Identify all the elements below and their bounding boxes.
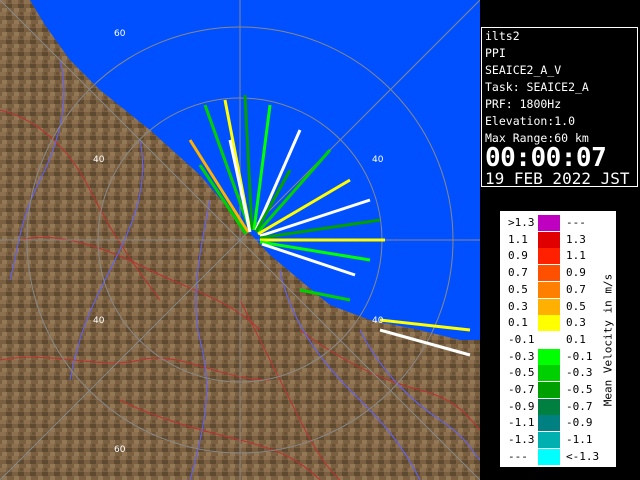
- legend-upper-label: -0.5: [566, 383, 593, 396]
- legend-upper-label: 1.1: [566, 249, 586, 263]
- legend-upper-label: -0.9: [566, 416, 593, 430]
- legend-color-swatch: [538, 382, 560, 398]
- legend-color-swatch: [538, 281, 560, 298]
- legend-upper-label: 0.9: [566, 266, 586, 280]
- ppi-map: 60 40 40 40 40 60: [0, 0, 480, 480]
- svg-text:60: 60: [114, 29, 126, 39]
- legend-color-swatch: [538, 365, 560, 382]
- legend-upper-label: ---: [566, 216, 586, 229]
- scan-time: 00:00:07: [485, 143, 607, 173]
- legend-upper-label: 1.3: [566, 232, 586, 246]
- legend-color-swatch: [538, 298, 560, 315]
- scan-name: SEAICE2_A_V: [485, 63, 562, 77]
- legend-color-swatch: [538, 331, 560, 348]
- legend-lower-label: >1.3: [508, 216, 535, 229]
- legend-color-swatch: [538, 398, 560, 415]
- range-rings: [0, 0, 480, 480]
- legend-title: Mean Velocity in m/s: [601, 273, 615, 407]
- legend-upper-label: 0.7: [566, 282, 586, 296]
- radar-display: 60 40 40 40 40 60 ilts2 PPI SEAICE2_A_V …: [0, 0, 640, 480]
- legend-color-swatch: [538, 448, 560, 465]
- task-name: Task: SEAICE2_A: [485, 80, 589, 94]
- legend-color-swatch: [538, 215, 560, 231]
- legend-color-swatch: [538, 415, 560, 432]
- legend-lower-label: -0.7: [508, 383, 535, 396]
- svg-text:60: 60: [114, 445, 126, 455]
- legend-color-swatch: [538, 248, 560, 265]
- legend-lower-label: ---: [508, 449, 528, 463]
- svg-text:40: 40: [372, 316, 384, 326]
- legend-upper-label: <-1.3: [566, 449, 600, 463]
- product-name: PPI: [485, 46, 506, 60]
- legend-color-swatch: [538, 432, 560, 449]
- svg-text:40: 40: [372, 155, 384, 165]
- legend-upper-label: -0.1: [566, 349, 593, 363]
- legend-upper-label: 0.5: [566, 299, 586, 313]
- elevation-value: Elevation:1.0: [485, 114, 576, 128]
- legend-lower-label: 0.1: [508, 316, 528, 330]
- legend-color-swatch: [538, 231, 560, 248]
- velocity-legend: >1.3 --- 1.1 1.3 0.9 1.1 0.7 0.9 0.5 0.7 0.3 0.5 0.1…: [499, 210, 617, 468]
- legend-upper-label: -0.7: [566, 399, 593, 413]
- legend-upper-label: -1.1: [566, 433, 593, 447]
- legend-upper-label: 0.1: [566, 332, 586, 346]
- legend-lower-label: 0.5: [508, 282, 528, 296]
- legend-upper-label: 0.3: [566, 316, 586, 330]
- legend-lower-label: -0.5: [508, 366, 535, 380]
- legend-lower-label: 0.7: [508, 266, 528, 280]
- legend-lower-label: -1.3: [508, 433, 535, 447]
- svg-text:40: 40: [93, 155, 105, 165]
- legend-lower-label: 0.3: [508, 299, 528, 313]
- site-name: ilts2: [485, 29, 520, 43]
- legend-lower-label: -0.1: [508, 332, 535, 346]
- scan-date: 19 FEB 2022 JST: [485, 169, 630, 188]
- legend-color-swatch: [538, 315, 560, 332]
- info-panel: ilts2 PPI SEAICE2_A_V Task: SEAICE2_A PR…: [481, 27, 638, 188]
- legend-upper-label: -0.3: [566, 366, 593, 380]
- legend-lower-label: 0.9: [508, 249, 528, 263]
- legend-color-swatch: [538, 348, 560, 365]
- svg-text:40: 40: [93, 316, 105, 326]
- legend-lower-label: -0.9: [508, 399, 535, 413]
- legend-lower-label: 1.1: [508, 232, 528, 246]
- legend-lower-label: -1.1: [508, 416, 535, 430]
- prf-value: PRF: 1800Hz: [485, 97, 562, 111]
- legend-color-swatch: [538, 265, 560, 282]
- legend-lower-label: -0.3: [508, 349, 535, 363]
